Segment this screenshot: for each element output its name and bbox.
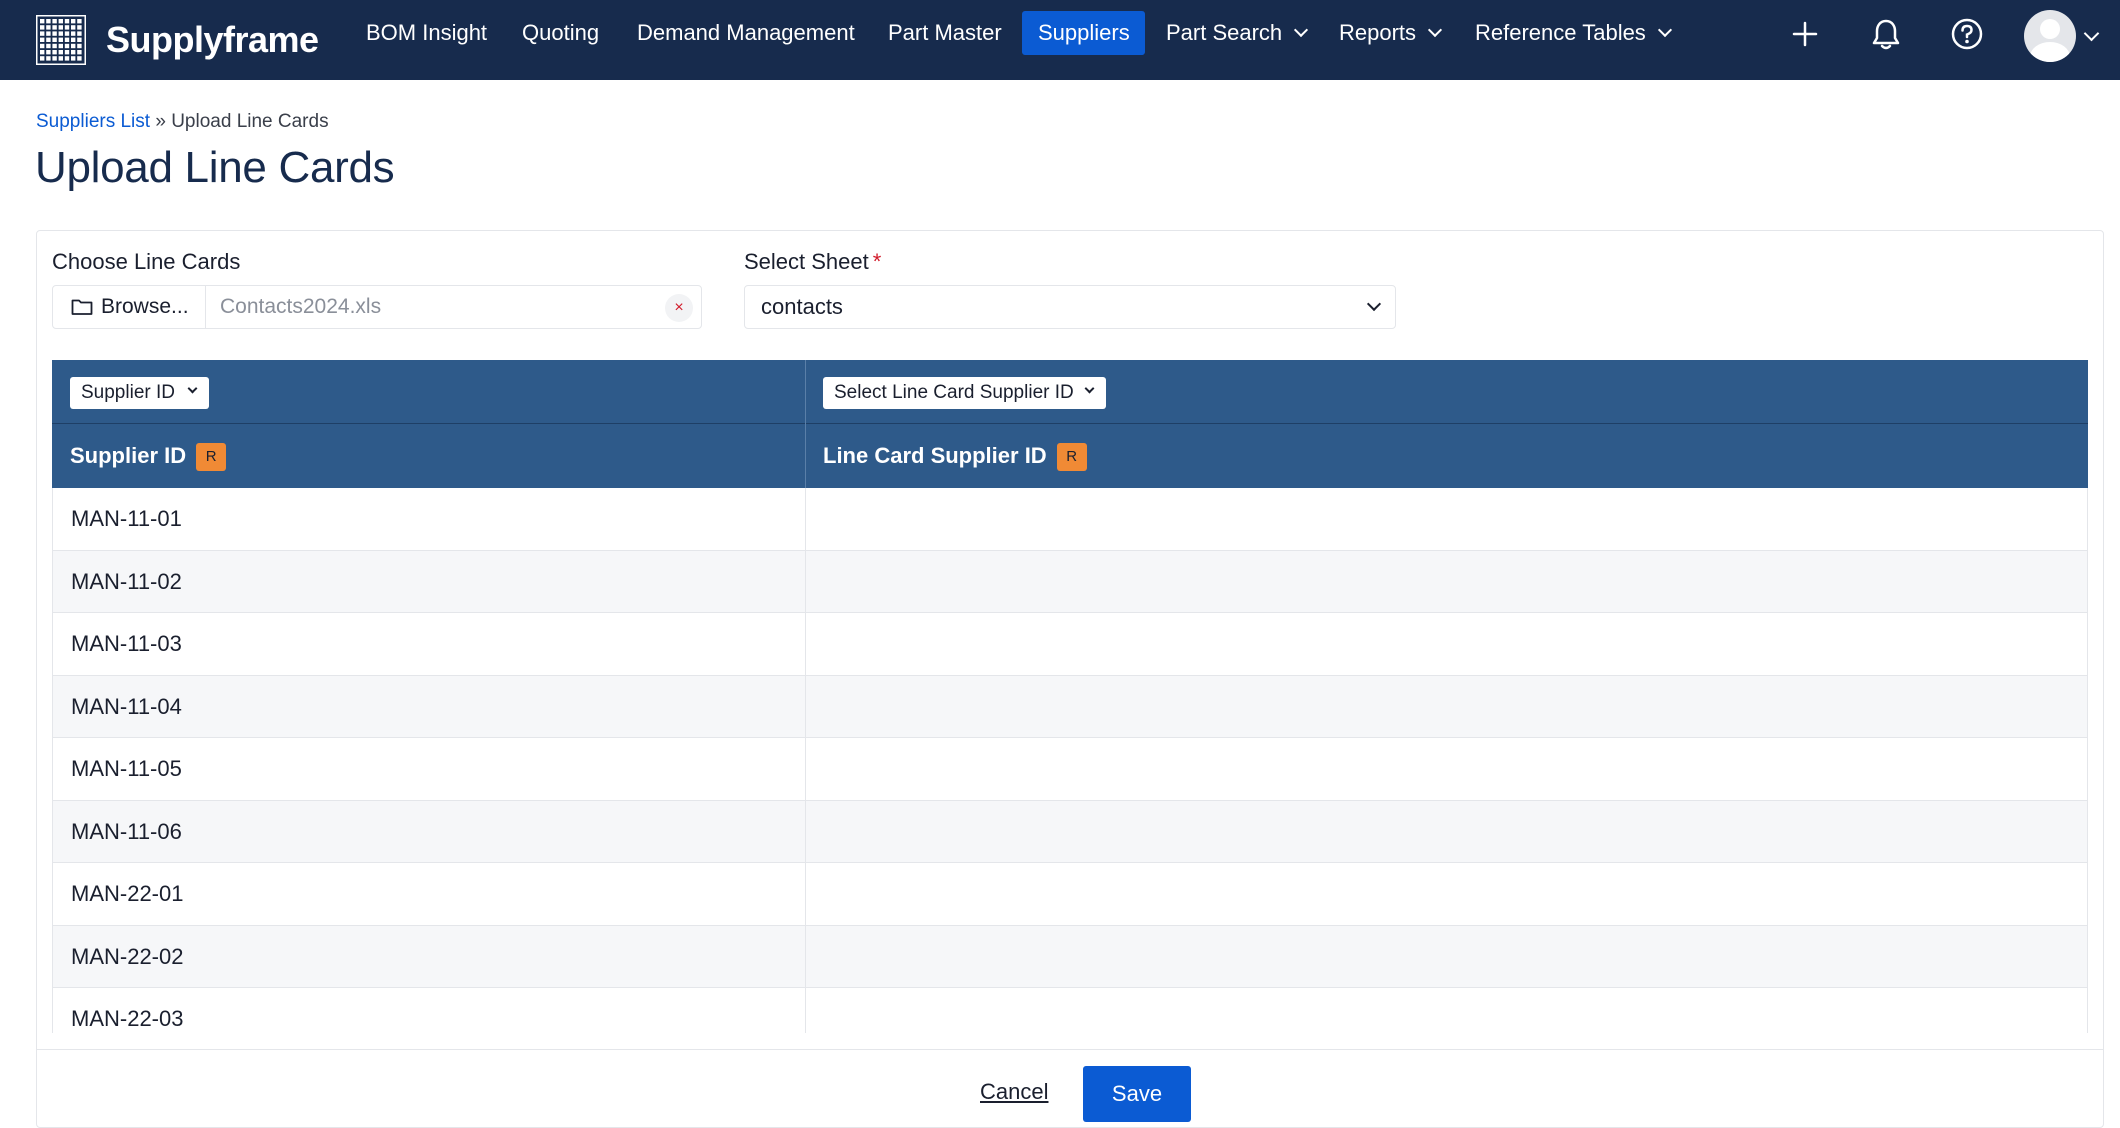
chevron-down-icon (1294, 22, 1309, 38)
column-header-line-card-supplier-id: Line Card Supplier ID R (823, 424, 1087, 488)
nav-label: Quoting (522, 20, 600, 45)
table-body[interactable]: MAN-11-01 MAN-11-02 MAN-11-03 MAN-11-04 … (52, 488, 2088, 1033)
required-badge: R (196, 443, 227, 471)
header-text: Line Card Supplier ID (823, 443, 1047, 468)
label-text: Choose Line Cards (52, 249, 241, 274)
table-row[interactable]: MAN-11-05 (53, 738, 2087, 801)
nav-bom-insight[interactable]: BOM Insight (350, 11, 503, 55)
supplier-id-cell: MAN-22-02 (71, 943, 184, 969)
select-sheet-label: Select Sheet * (744, 249, 881, 275)
nav-label: Demand Management (637, 20, 855, 45)
supplier-id-cell: MAN-11-01 (71, 506, 182, 531)
browse-label: Browse... (101, 295, 189, 318)
cell-divider (805, 988, 806, 1033)
table-row[interactable]: MAN-22-03 (53, 988, 2087, 1033)
nav-label: Reference Tables (1475, 20, 1646, 45)
nav-quoting[interactable]: Quoting (506, 11, 615, 55)
supplier-id-cell: MAN-11-05 (71, 756, 182, 781)
cell-divider (805, 550, 806, 612)
sheet-select[interactable]: contacts (744, 285, 1396, 329)
avatar-head (2040, 19, 2060, 39)
brand-name: Supplyframe (106, 19, 319, 60)
supplier-id-cell: MAN-11-06 (71, 818, 182, 844)
folder-icon (71, 299, 93, 315)
nav-label: Reports (1339, 20, 1417, 45)
required-mark: * (872, 249, 882, 274)
chevron-down-icon (1657, 22, 1672, 38)
breadcrumb: Suppliers List » Upload Line Cards (36, 111, 329, 133)
grid-logo-icon (36, 15, 86, 65)
supplier-id-mapping-select[interactable]: Supplier ID (70, 377, 209, 409)
nav-suppliers[interactable]: Suppliers (1022, 11, 1145, 55)
top-nav: Supplyframe BOM Insight Quoting Demand M… (0, 0, 2120, 80)
breadcrumb-separator: » (155, 111, 166, 132)
table-row[interactable]: MAN-11-01 (53, 488, 2087, 551)
chevron-down-icon (1427, 22, 1443, 38)
table-row[interactable]: MAN-11-03 (53, 613, 2087, 676)
help-icon[interactable] (1950, 17, 1984, 51)
line-card-supplier-id-mapping-select[interactable]: Select Line Card Supplier ID (823, 377, 1106, 409)
cell-divider (805, 800, 806, 862)
table-row[interactable]: MAN-22-01 (53, 863, 2087, 926)
select-value: Supplier ID (81, 382, 175, 403)
avatar-body (2030, 42, 2070, 62)
breadcrumb-suppliers-list[interactable]: Suppliers List (36, 111, 150, 132)
column-divider (805, 360, 806, 488)
table-row[interactable]: MAN-22-02 (53, 925, 2087, 988)
table-row[interactable]: MAN-11-04 (53, 675, 2087, 738)
cell-divider (805, 488, 806, 550)
header-text: Supplier ID (70, 443, 187, 468)
clear-file-button[interactable]: × (665, 294, 693, 322)
column-header-supplier-id: Supplier ID R (70, 424, 227, 488)
brand-logo[interactable]: Supplyframe (36, 10, 319, 70)
chevron-down-icon (187, 383, 198, 394)
page-title: Upload Line Cards (35, 143, 395, 192)
bell-icon[interactable] (1869, 17, 1903, 51)
label-text: Select Sheet (744, 249, 869, 274)
file-name-field: Contacts2024.xls (220, 295, 382, 318)
sheet-select-value: contacts (761, 294, 843, 319)
supplier-id-cell: MAN-11-02 (71, 568, 182, 594)
nav-label: BOM Insight (366, 20, 488, 45)
nav-reports[interactable]: Reports (1323, 11, 1456, 55)
avatar[interactable] (2024, 10, 2076, 62)
footer-divider (37, 1049, 2103, 1050)
nav-part-search[interactable]: Part Search (1150, 11, 1322, 55)
nav-label: Part Master (888, 20, 1002, 45)
table-row[interactable]: MAN-11-06 (53, 800, 2087, 863)
cell-divider (805, 925, 806, 987)
nav-label: Part Search (1166, 20, 1283, 45)
cell-divider (805, 613, 806, 675)
cancel-button[interactable]: Cancel (980, 1079, 1048, 1105)
nav-reference-tables[interactable]: Reference Tables (1459, 11, 1686, 55)
chevron-down-icon (1084, 383, 1095, 394)
nav-label: Suppliers (1038, 20, 1130, 45)
cell-divider (805, 675, 806, 737)
file-picker[interactable]: Browse... Contacts2024.xls × (52, 285, 702, 329)
nav-part-master[interactable]: Part Master (872, 11, 1018, 55)
cell-divider (805, 863, 806, 925)
select-value: Select Line Card Supplier ID (834, 382, 1074, 403)
chevron-down-icon (1366, 296, 1382, 312)
plus-icon[interactable] (1788, 17, 1822, 51)
save-button[interactable]: Save (1083, 1066, 1191, 1122)
supplier-id-cell: MAN-11-04 (71, 693, 182, 719)
table-row[interactable]: MAN-11-02 (53, 550, 2087, 613)
supplier-id-cell: MAN-22-03 (71, 1006, 184, 1031)
breadcrumb-current: Upload Line Cards (171, 111, 329, 132)
supplier-id-cell: MAN-11-03 (71, 631, 182, 656)
chevron-down-icon[interactable] (2083, 25, 2100, 42)
nav-demand-management[interactable]: Demand Management (621, 11, 871, 55)
required-badge: R (1056, 443, 1087, 471)
supplier-id-cell: MAN-22-01 (71, 881, 184, 906)
cell-divider (805, 738, 806, 800)
browse-button[interactable]: Browse... (53, 286, 206, 328)
choose-line-cards-label: Choose Line Cards (52, 249, 240, 275)
